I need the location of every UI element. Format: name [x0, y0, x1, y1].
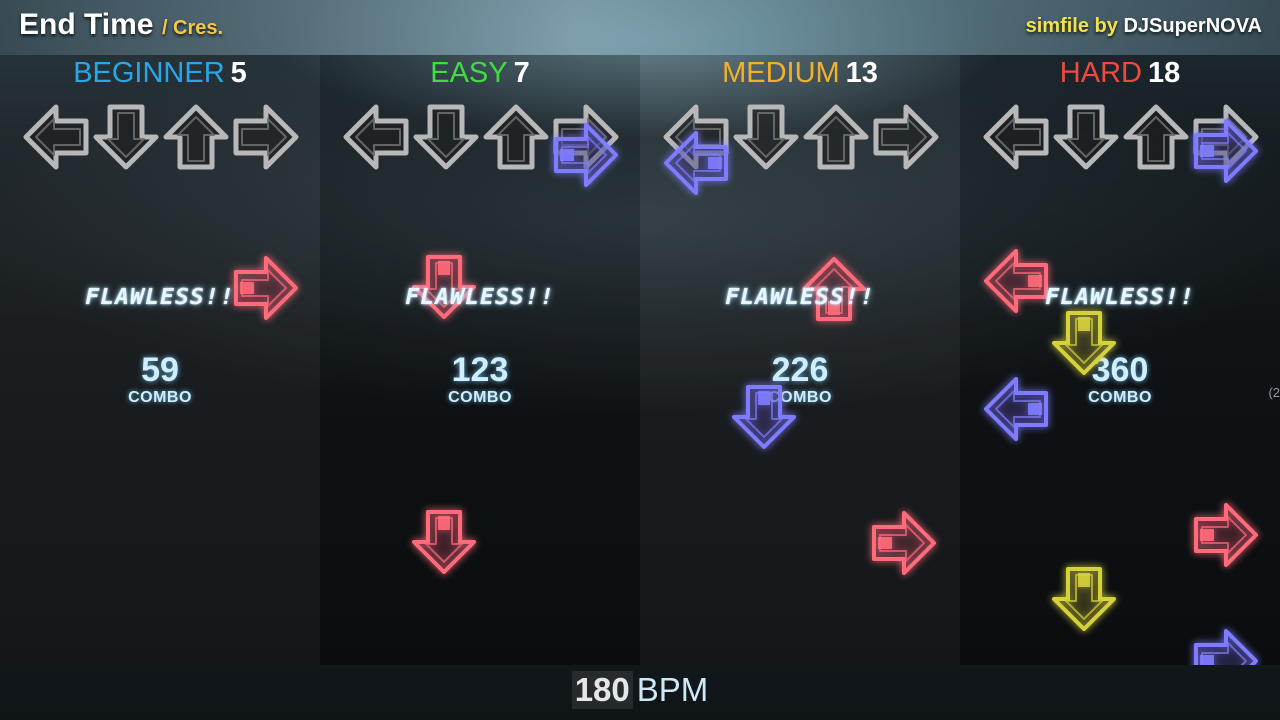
- edge-glyph: (2: [1268, 385, 1280, 400]
- note-down-arrow-icon: [728, 381, 800, 453]
- receptor-left-arrow-icon: [20, 101, 92, 173]
- receptor-down-arrow-icon: [410, 101, 482, 173]
- receptor-down-arrow-icon: [90, 101, 162, 173]
- receptor-left-arrow-icon: [340, 101, 412, 173]
- song-info: End Time / Cres.: [19, 8, 223, 42]
- judgment-text: FLAWLESS!!: [405, 285, 555, 310]
- chart-panel-hard: HARD 18 FLAWLESS!! 360 COMBO (2: [960, 55, 1280, 665]
- note-right-arrow-icon: [550, 119, 622, 191]
- note-left-arrow-icon: [980, 373, 1052, 445]
- combo-count: 123: [451, 351, 509, 389]
- receptor-left-arrow-icon: [980, 101, 1052, 173]
- receptor-up-arrow-icon: [160, 101, 232, 173]
- note-down-arrow-icon: [408, 506, 480, 578]
- difficulty-heading: BEGINNER 5: [0, 57, 320, 90]
- bpm-unit: BPM: [636, 671, 709, 708]
- difficulty-name: MEDIUM: [722, 57, 840, 89]
- combo-label: COMBO: [128, 389, 192, 406]
- chart-panel-medium: MEDIUM 13 FLAWLESS!! 226 COMBO: [640, 55, 960, 665]
- note-right-arrow-icon: [1190, 625, 1262, 665]
- difficulty-heading: EASY 7: [320, 57, 640, 90]
- chart-panel-beginner: BEGINNER 5 FLAWLESS!! 59 COMBO: [0, 55, 320, 665]
- combo-count: 59: [141, 351, 179, 389]
- simfile-credit: simfile by DJSuperNOVA: [1026, 15, 1262, 38]
- receptor-down-arrow-icon: [730, 101, 802, 173]
- bpm-bar: 180 BPM: [0, 665, 1280, 720]
- simfile-author: DJSuperNOVA: [1123, 15, 1262, 37]
- combo-count: 226: [771, 351, 829, 389]
- judgment-text: FLAWLESS!!: [725, 285, 875, 310]
- judgment-text: FLAWLESS!!: [85, 285, 235, 310]
- note-right-arrow-icon: [868, 507, 940, 579]
- song-title: End Time: [19, 8, 154, 41]
- combo-label: COMBO: [448, 389, 512, 406]
- note-right-arrow-icon: [1190, 499, 1262, 571]
- song-header: End Time / Cres. simfile by DJSuperNOVA: [0, 0, 1280, 55]
- combo-label: COMBO: [768, 389, 832, 406]
- note-down-arrow-icon: [1048, 307, 1120, 379]
- judgment-text: FLAWLESS!!: [1045, 285, 1195, 310]
- note-down-arrow-icon: [1048, 563, 1120, 635]
- chart-panel-easy: EASY 7 FLAWLESS!! 123 COMBO: [320, 55, 640, 665]
- receptor-row: [0, 97, 320, 177]
- difficulty-name: HARD: [1059, 57, 1142, 89]
- difficulty-heading: HARD 18: [960, 57, 1280, 90]
- difficulty-name: BEGINNER: [73, 57, 225, 89]
- receptor-right-arrow-icon: [230, 101, 302, 173]
- difficulty-name: EASY: [430, 57, 508, 89]
- receptor-up-arrow-icon: [800, 101, 872, 173]
- difficulty-level: 13: [845, 57, 878, 89]
- difficulty-heading: MEDIUM 13: [640, 57, 960, 90]
- receptor-up-arrow-icon: [1120, 101, 1192, 173]
- song-artist: / Cres.: [161, 17, 224, 39]
- note-right-arrow-icon: [1190, 115, 1262, 187]
- note-left-arrow-icon: [660, 127, 732, 199]
- difficulty-level: 5: [230, 57, 247, 89]
- receptor-right-arrow-icon: [870, 101, 942, 173]
- difficulty-level: 7: [513, 57, 530, 89]
- simfile-prefix: simfile by: [1025, 15, 1118, 37]
- difficulty-level: 18: [1147, 57, 1181, 89]
- bpm-value: 180: [571, 671, 633, 709]
- receptor-up-arrow-icon: [480, 101, 552, 173]
- receptor-down-arrow-icon: [1050, 101, 1122, 173]
- bpm-display: 180 BPM: [0, 671, 1280, 709]
